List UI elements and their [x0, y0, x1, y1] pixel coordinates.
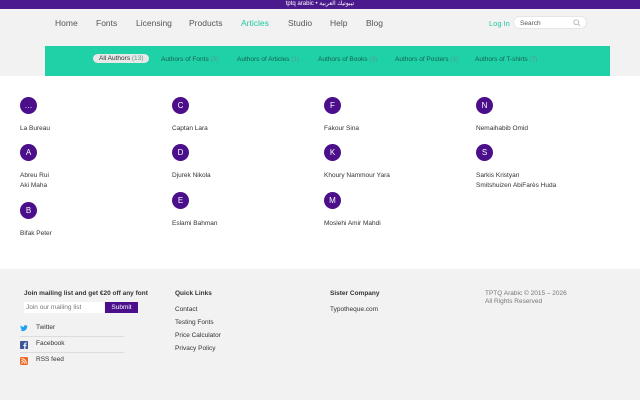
letter-badge-m: M — [324, 192, 341, 209]
filter-authors-of-articles[interactable]: Authors of Articles (1) — [237, 56, 299, 63]
filter-authors-of-fonts[interactable]: Authors of Fonts (3) — [161, 56, 218, 63]
quick-link-privacy-policy[interactable]: Privacy Policy — [175, 345, 215, 352]
twitter-link[interactable]: Twitter — [36, 324, 55, 331]
footer-divider — [20, 336, 124, 337]
author-link[interactable]: Moslehi Amir Mahdi — [324, 220, 381, 227]
filter-authors-of-posters[interactable]: Authors of Posters (1) — [395, 56, 458, 63]
letter-badge-b: B — [20, 202, 37, 219]
quick-link-contact[interactable]: Contact — [175, 306, 197, 313]
mailing-email-input[interactable] — [24, 302, 104, 313]
author-link[interactable]: Eslami Bahman — [172, 220, 218, 227]
search-input[interactable] — [520, 18, 574, 28]
author-link[interactable]: Smitshuizen AbiFarès Huda — [476, 182, 556, 189]
author-link[interactable]: Bifak Peter — [20, 230, 52, 237]
filter-authors-of-books[interactable]: Authors of Books (3) — [318, 56, 377, 63]
author-link[interactable]: Aki Maha — [20, 182, 47, 189]
nav-blog[interactable]: Blog — [366, 18, 383, 28]
copyright-text: TPTQ Arabic © 2015 – 2026 — [485, 290, 567, 297]
rights-text: All Rights Reserved — [485, 298, 543, 305]
mailing-heading: Join mailing list and get €20 off any fo… — [24, 290, 148, 297]
letter-badge-e: E — [172, 192, 189, 209]
author-link[interactable]: Abreu Rui — [20, 172, 49, 179]
author-link[interactable]: Fakour Sina — [324, 125, 359, 132]
site-footer — [0, 269, 640, 400]
nav-help[interactable]: Help — [330, 18, 347, 28]
nav-articles[interactable]: Articles — [241, 18, 269, 28]
facebook-link[interactable]: Facebook — [36, 340, 65, 347]
nav-studio[interactable]: Studio — [288, 18, 312, 28]
author-link[interactable]: Captan Lara — [172, 125, 208, 132]
nav-products[interactable]: Products — [189, 18, 223, 28]
login-link[interactable]: Log In — [489, 19, 510, 28]
author-link[interactable]: Djurek Nikola — [172, 172, 211, 179]
quick-link-price-calculator[interactable]: Price Calculator — [175, 332, 221, 339]
footer-divider — [20, 352, 124, 353]
mailing-submit-button[interactable]: Submit — [105, 302, 138, 313]
letter-badge-s: S — [476, 144, 493, 161]
author-link[interactable]: Nemaihabib Omid — [476, 125, 528, 132]
letter-badge-n: N — [476, 97, 493, 114]
letter-badge-f: F — [324, 97, 341, 114]
author-link[interactable]: La Bureau — [20, 125, 50, 132]
nav-licensing[interactable]: Licensing — [136, 18, 172, 28]
filter-authors-of-tshirts[interactable]: Authors of T-shirts (7) — [475, 56, 537, 63]
author-link[interactable]: Khoury Nammour Yara — [324, 172, 390, 179]
author-filter-bar: All Authors (13) Authors of Fonts (3) Au… — [45, 46, 610, 76]
letter-badge-d: D — [172, 144, 189, 161]
author-index — [0, 76, 640, 269]
twitter-icon[interactable] — [20, 324, 28, 332]
rss-link[interactable]: RSS feed — [36, 356, 64, 363]
nav-home[interactable]: Home — [55, 18, 78, 28]
top-banner[interactable]: tptq arabic • تيبوتيك العربية — [0, 0, 640, 9]
letter-badge-c: C — [172, 97, 189, 114]
letter-badge-k: K — [324, 144, 341, 161]
author-link[interactable]: Sarkis Kristyan — [476, 172, 519, 179]
rss-icon[interactable] — [20, 357, 28, 365]
filter-all-authors[interactable]: All Authors (13) — [93, 54, 150, 63]
letter-badge-a: A — [20, 144, 37, 161]
facebook-icon[interactable] — [20, 341, 28, 349]
letter-badge-ellipsis: … — [20, 97, 37, 114]
nav-fonts[interactable]: Fonts — [96, 18, 117, 28]
search-icon[interactable] — [573, 19, 581, 27]
sister-company-heading: Sister Company — [330, 290, 380, 297]
sister-company-link[interactable]: Typotheque.com — [330, 306, 378, 313]
quick-link-testing-fonts[interactable]: Testing Fonts — [175, 319, 214, 326]
search-box[interactable] — [513, 16, 587, 29]
quick-links-heading: Quick Links — [175, 290, 212, 297]
